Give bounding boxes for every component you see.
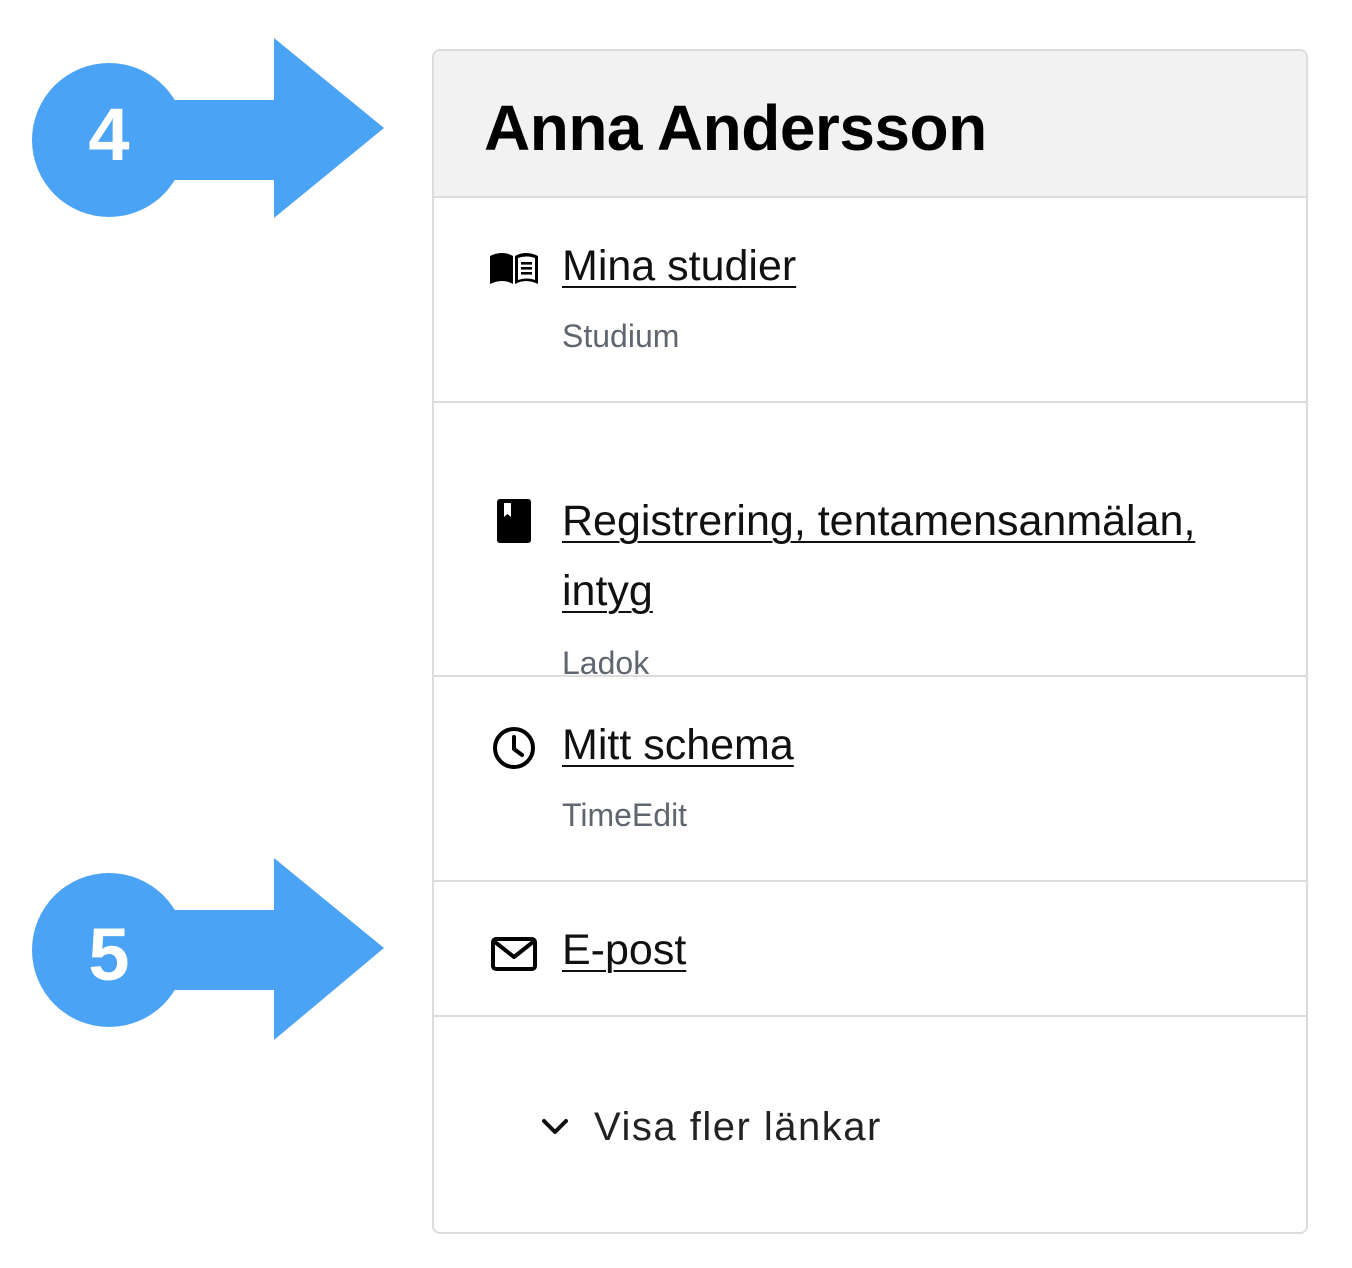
envelope-icon	[491, 937, 537, 971]
link-item-e-post: E-post	[434, 882, 1306, 1017]
show-more-links-button[interactable]: Visa fler länkar	[538, 1099, 882, 1155]
open-book-icon	[490, 253, 538, 284]
callout-number: 4	[88, 93, 130, 176]
mitt-schema-link[interactable]: Mitt schema	[562, 710, 1282, 780]
link-sublabel: TimeEdit	[562, 797, 688, 833]
e-post-link[interactable]: E-post	[562, 915, 1282, 985]
card-header: Anna Andersson	[434, 51, 1306, 198]
callout-5: 5	[0, 858, 400, 1048]
link-item-mina-studier: Mina studier Studium	[434, 198, 1306, 403]
student-links-card: Anna Andersson Mina studier Studium Regi…	[432, 49, 1308, 1234]
link-item-mitt-schema: Mitt schema TimeEdit	[434, 677, 1306, 882]
callout-number: 5	[88, 913, 130, 996]
link-item-registrering: Registrering, tentamensanmälan, intyg La…	[434, 403, 1306, 681]
show-more-links-label: Visa fler länkar	[594, 1104, 882, 1149]
closed-book-icon	[497, 499, 531, 543]
registrering-link[interactable]: Registrering, tentamensanmälan, intyg	[562, 486, 1282, 626]
chevron-down-icon	[542, 1119, 568, 1134]
callout-4: 4	[0, 36, 400, 226]
link-sublabel: Studium	[562, 318, 680, 354]
clock-icon	[493, 727, 535, 769]
mina-studier-link[interactable]: Mina studier	[562, 231, 1282, 301]
user-name-title: Anna Andersson	[484, 92, 987, 164]
